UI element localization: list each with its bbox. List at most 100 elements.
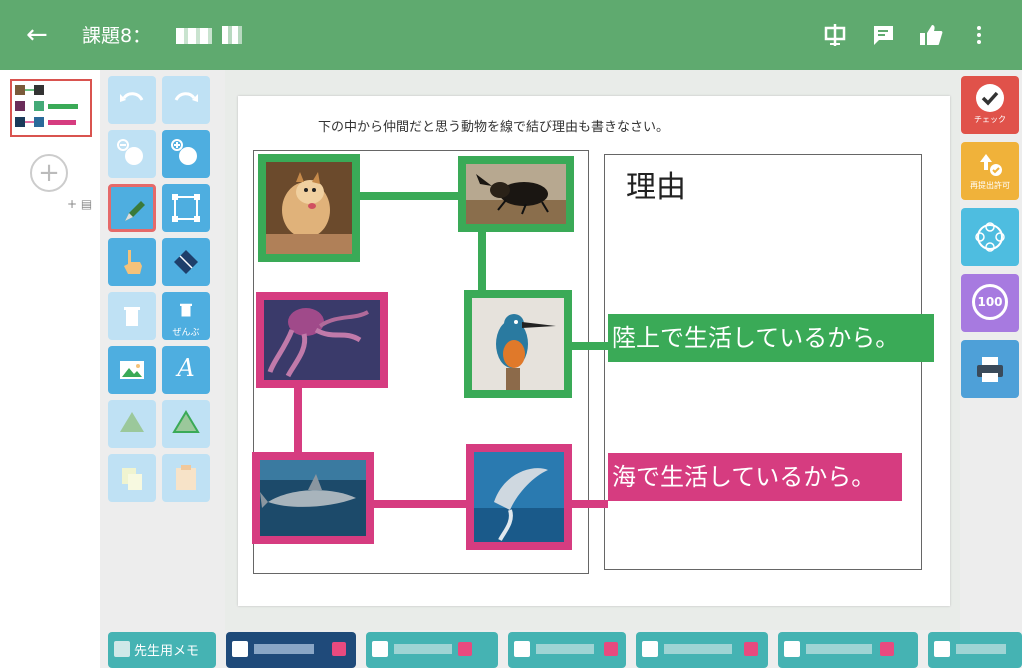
triangle-outline-icon	[172, 410, 200, 433]
reason-sea-label[interactable]: 海で生活しているから。	[608, 453, 902, 501]
trash-all-icon	[180, 303, 192, 317]
shape-tool-button-2[interactable]	[162, 400, 210, 448]
shark-photo[interactable]	[252, 452, 374, 544]
teacher-memo-tab[interactable]: 先生用メモ	[108, 632, 216, 668]
avatar	[642, 641, 658, 657]
select-rect-button[interactable]	[162, 184, 210, 232]
pen-tool-button[interactable]	[108, 184, 156, 232]
blurred-title-text	[176, 28, 212, 44]
add-page-menu-icon[interactable]: + ▤	[67, 197, 92, 211]
eraser-tool-button[interactable]	[162, 238, 210, 286]
image-icon	[120, 361, 144, 379]
chinese-character-icon[interactable]	[822, 22, 848, 48]
resubmit-permit-button[interactable]: 再提出許可	[961, 142, 1019, 200]
undo-button[interactable]	[108, 76, 156, 124]
comment-icon[interactable]	[870, 22, 896, 48]
printer-icon	[977, 357, 1003, 382]
score-button[interactable]: 100	[961, 274, 1019, 332]
zoom-in-icon	[171, 139, 197, 165]
blurred-student-name	[664, 644, 732, 654]
trash-icon	[124, 307, 140, 326]
redo-icon	[174, 92, 198, 102]
resubmit-icon	[980, 154, 1002, 176]
pink-link-line	[568, 500, 608, 508]
kingfisher-photo[interactable]	[464, 290, 572, 398]
redo-button[interactable]	[162, 76, 210, 124]
checkmark-icon	[976, 84, 1004, 112]
page-thumbnail-panel: + + ▤	[0, 70, 100, 668]
blurred-student-name	[394, 644, 452, 654]
memo-icon	[114, 641, 130, 657]
hand-tool-button[interactable]	[108, 238, 156, 286]
text-tool-button[interactable]: A	[162, 346, 210, 394]
reason-area-box	[604, 154, 922, 570]
print-button[interactable]	[961, 340, 1019, 398]
page-thumbnail[interactable]	[10, 79, 92, 137]
blurred-student-name	[956, 644, 1006, 654]
flower-stamp-icon	[975, 222, 1005, 252]
back-arrow-icon[interactable]: ←	[26, 20, 48, 50]
submitted-check-icon	[744, 642, 758, 656]
green-link-line	[478, 228, 486, 296]
stamp-button[interactable]	[961, 208, 1019, 266]
eraser-icon	[174, 250, 198, 274]
avatar	[934, 641, 950, 657]
dog-photo[interactable]	[258, 154, 360, 262]
green-link-line	[356, 192, 462, 200]
teacher-memo-label: 先生用メモ	[134, 644, 200, 659]
triangle-icon	[120, 412, 144, 432]
avatar	[232, 641, 248, 657]
student-tab[interactable]	[778, 632, 918, 668]
blurred-student-name	[536, 644, 594, 654]
check-button-label: チェック	[974, 115, 1006, 124]
paste-button[interactable]	[162, 454, 210, 502]
student-tab[interactable]	[226, 632, 356, 668]
avatar	[372, 641, 388, 657]
student-tab[interactable]	[636, 632, 768, 668]
avatar	[784, 641, 800, 657]
hand-icon	[124, 250, 142, 274]
reason-title: 理由	[626, 170, 686, 205]
submitted-check-icon	[458, 642, 472, 656]
zoom-in-button[interactable]	[162, 130, 210, 178]
check-button[interactable]: チェック	[961, 76, 1019, 134]
zoom-out-icon	[117, 139, 143, 165]
insert-image-button[interactable]	[108, 346, 156, 394]
delete-all-button[interactable]: ぜんぶ	[162, 292, 210, 340]
blurred-student-name	[806, 644, 872, 654]
student-tab[interactable]	[508, 632, 626, 668]
submitted-check-icon	[880, 642, 894, 656]
shape-tool-button[interactable]	[108, 400, 156, 448]
pink-link-line	[294, 384, 302, 454]
copy-button[interactable]	[108, 454, 156, 502]
submitted-check-icon	[332, 642, 346, 656]
reason-land-label[interactable]: 陸上で生活しているから。	[608, 314, 934, 362]
delete-button[interactable]	[108, 292, 156, 340]
select-rect-icon	[172, 194, 200, 222]
submitted-check-icon	[604, 642, 618, 656]
dolphin-photo[interactable]	[466, 444, 572, 550]
zoom-out-button[interactable]	[108, 130, 156, 178]
tool-palette: ぜんぶ A	[100, 70, 225, 630]
green-link-line	[568, 342, 608, 350]
blurred-title-text-2	[222, 26, 242, 44]
more-vert-icon[interactable]	[966, 22, 992, 48]
blurred-student-name	[254, 644, 314, 654]
text-icon: A	[177, 354, 195, 382]
student-tab[interactable]	[928, 632, 1022, 668]
resubmit-permit-label: 再提出許可	[970, 181, 1010, 190]
app-window: ← 課題8： + + ▤ ぜんぶ A 下の中から仲間だと思う動物を線で結び理由も…	[0, 0, 1022, 668]
worksheet-canvas[interactable]: 下の中から仲間だと思う動物を線で結び理由も書きなさい。 理由 陸上で生活している…	[238, 96, 950, 606]
delete-all-label: ぜんぶ	[172, 328, 200, 338]
thumbs-up-icon[interactable]	[918, 22, 944, 48]
copy-icon	[122, 468, 142, 490]
add-page-button[interactable]: +	[30, 154, 68, 192]
student-tab-bar: 先生用メモ	[100, 630, 1022, 668]
undo-icon	[120, 92, 144, 102]
octopus-photo[interactable]	[256, 292, 388, 388]
score-100-icon: 100	[972, 284, 1008, 320]
pen-icon	[125, 201, 145, 221]
beetle-photo[interactable]	[458, 156, 574, 232]
student-tab[interactable]	[366, 632, 498, 668]
pink-link-line	[370, 500, 466, 508]
